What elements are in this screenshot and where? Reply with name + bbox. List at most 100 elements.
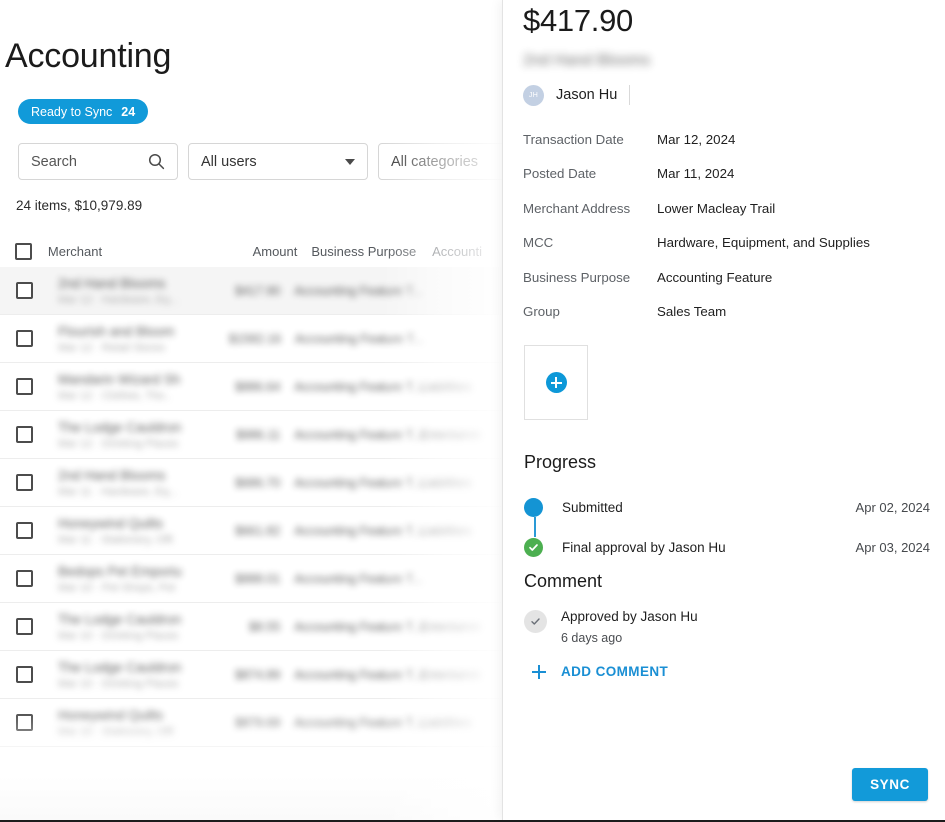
cell-merchant-name: Flourish and Bloom: [58, 323, 175, 339]
select-all-checkbox[interactable]: [15, 242, 33, 260]
cell-merchant: Mandarin Wizard Sh Mar 12 · Clothes, Tho.…: [58, 372, 230, 402]
row-checkbox[interactable]: [15, 570, 33, 587]
detail-field: Transaction Date Mar 12, 2024: [503, 132, 945, 166]
row-checkbox-cell[interactable]: [0, 522, 48, 539]
table-row[interactable]: 2nd Hand Blooms Mar 12 · Hardware, Eq... $…: [0, 267, 502, 315]
page-title: Accounting: [5, 37, 172, 75]
cell-business-purpose: Accounting Feature T...: [294, 523, 423, 538]
cell-merchant-name: Mandarin Wizard Sh: [58, 371, 181, 387]
row-checkbox-cell[interactable]: [0, 330, 48, 347]
row-checkbox[interactable]: [15, 378, 33, 395]
row-checkbox-cell[interactable]: [0, 570, 48, 587]
table-row[interactable]: The Lodge Cauldron Mar 12 · Drinking Plac…: [0, 411, 502, 459]
cell-business-purpose: Accounting Feature T...: [294, 619, 423, 634]
row-checkbox[interactable]: [15, 282, 33, 299]
detail-field: Business Purpose Accounting Feature: [503, 270, 945, 304]
row-checkbox-cell[interactable]: [0, 474, 48, 491]
cell-amount: $661.82: [235, 523, 281, 538]
row-checkbox[interactable]: [15, 426, 33, 443]
column-header-business-purpose[interactable]: Business Purpose: [297, 244, 432, 259]
items-summary: 24 items, $10,979.89: [16, 198, 143, 213]
row-checkbox-cell[interactable]: [0, 618, 48, 635]
row-checkbox[interactable]: [15, 522, 33, 539]
categories-filter-select[interactable]: All categories: [378, 143, 502, 180]
cell-business-purpose: Accounting Feature T...: [295, 331, 424, 346]
table-row[interactable]: Flourish and Bloom Mar 12 · Retail Stores…: [0, 315, 502, 363]
cell-amount: $686.70: [235, 475, 281, 490]
users-filter-select[interactable]: All users: [188, 143, 368, 180]
column-header-accounting[interactable]: Accounti: [432, 244, 502, 259]
users-filter-value: All users: [201, 153, 257, 170]
add-attachment-button[interactable]: [524, 345, 588, 420]
detail-field-value[interactable]: Mar 12, 2024: [657, 132, 735, 147]
progress-step: Final approval by Jason Hu Apr 03, 2024: [503, 527, 945, 567]
comment-list: Approved by Jason Hu 6 days ago: [503, 608, 945, 645]
detail-field-value[interactable]: Lower Macleay Trail: [657, 201, 775, 216]
table-row[interactable]: Honeywind Quilts Mar 10 · Stationery, Off…: [0, 699, 502, 747]
row-checkbox-cell[interactable]: [0, 714, 48, 731]
cell-merchant-name: The Lodge Cauldron: [58, 419, 182, 435]
select-all-checkbox-cell[interactable]: [0, 242, 48, 260]
drawer-footer: SYNC: [503, 748, 945, 820]
detail-field-value[interactable]: Hardware, Equipment, and Supplies: [657, 235, 870, 250]
cell-accounting: Liabilities: [420, 379, 472, 394]
progress-step-label: Submitted: [562, 499, 623, 515]
row-content: The Lodge Cauldron Mar 12 · Drinking Plac…: [48, 411, 502, 458]
table-header: Merchant Amount Business Purpose Account…: [0, 235, 502, 267]
row-checkbox-cell[interactable]: [0, 666, 48, 683]
cell-amount: $1582.16: [228, 331, 282, 346]
table-row[interactable]: 2nd Hand Blooms Mar 11 · Hardware, Eq... $…: [0, 459, 502, 507]
status-badge-ready-to-sync[interactable]: Ready to Sync 24: [18, 99, 149, 124]
search-input[interactable]: Search: [18, 143, 178, 180]
cell-business-purpose: Accounting Feature T...: [294, 571, 423, 586]
cell-merchant-sub: Mar 12 · Hardware, Eq...: [58, 293, 179, 306]
cell-merchant: 2nd Hand Blooms Mar 11 · Hardware, Eq...: [58, 468, 230, 498]
cell-merchant-name: 2nd Hand Blooms: [58, 275, 166, 291]
cell-merchant-sub: Mar 10 · Drinking Places: [58, 677, 179, 690]
detail-field: Posted Date Mar 11, 2024: [503, 166, 945, 200]
transaction-detail-drawer: $417.90 2nd Hand Blooms JH Jason Hu Tran…: [502, 0, 945, 820]
add-comment-label: ADD COMMENT: [561, 664, 669, 679]
sync-button[interactable]: SYNC: [852, 767, 928, 801]
cell-accounting: Entertainm: [420, 667, 481, 682]
row-checkbox[interactable]: [15, 714, 33, 731]
table-row[interactable]: Honeywind Quilts Mar 11 · Stationery, Off…: [0, 507, 502, 555]
row-checkbox[interactable]: [15, 474, 33, 491]
cell-merchant: Flourish and Bloom Mar 12 · Retail Stores: [58, 324, 229, 354]
cell-accounting: Liabilities: [420, 715, 472, 730]
cell-business-purpose: Accounting Feature T...: [294, 379, 423, 394]
cell-merchant: Honeywind Quilts Mar 10 · Stationery, Off…: [58, 708, 230, 738]
cell-amount: $874.89: [235, 667, 281, 682]
detail-field-label: MCC: [523, 235, 554, 251]
cell-business-purpose: Accounting Feature T...: [294, 715, 423, 730]
accounting-screen: Accounting Ready to Sync 24 Search All u…: [0, 0, 945, 822]
row-checkbox[interactable]: [15, 666, 33, 683]
plus-icon: [532, 664, 546, 679]
status-badge-label: Ready to Sync: [31, 104, 113, 119]
row-checkbox[interactable]: [15, 618, 33, 635]
owner-divider: [629, 85, 631, 105]
progress-step-date: Apr 03, 2024: [855, 539, 930, 555]
column-header-amount[interactable]: Amount: [248, 244, 298, 259]
table-row[interactable]: Bedops Pet Emporiu Mar 10 · Pet Shops, Pe…: [0, 555, 502, 603]
progress-step-label: Final approval by Jason Hu: [562, 539, 726, 555]
row-checkbox-cell[interactable]: [0, 426, 48, 443]
table-row[interactable]: The Lodge Cauldron Mar 10 · Drinking Plac…: [0, 651, 502, 699]
cell-merchant: The Lodge Cauldron Mar 10 · Drinking Plac…: [58, 660, 230, 690]
row-checkbox-cell[interactable]: [0, 282, 48, 299]
comment-timestamp: 6 days ago: [561, 631, 623, 645]
table-row[interactable]: Mandarin Wizard Sh Mar 12 · Clothes, Tho.…: [0, 363, 502, 411]
detail-field-value[interactable]: Sales Team: [657, 304, 726, 319]
detail-field: MCC Hardware, Equipment, and Supplies: [503, 235, 945, 269]
cell-amount: $417.90: [235, 283, 281, 298]
row-checkbox-cell[interactable]: [0, 378, 48, 395]
cell-amount: $8.55: [249, 619, 281, 634]
detail-field-value[interactable]: Accounting Feature: [657, 270, 772, 285]
add-comment-button[interactable]: ADD COMMENT: [532, 664, 668, 679]
table-row[interactable]: The Lodge Cauldron Mar 10 · Drinking Plac…: [0, 603, 502, 651]
row-checkbox[interactable]: [15, 330, 33, 347]
check-icon: [524, 610, 547, 633]
column-header-merchant[interactable]: Merchant: [48, 244, 248, 259]
detail-field-label: Transaction Date: [523, 132, 624, 147]
detail-field-value[interactable]: Mar 11, 2024: [657, 166, 734, 181]
